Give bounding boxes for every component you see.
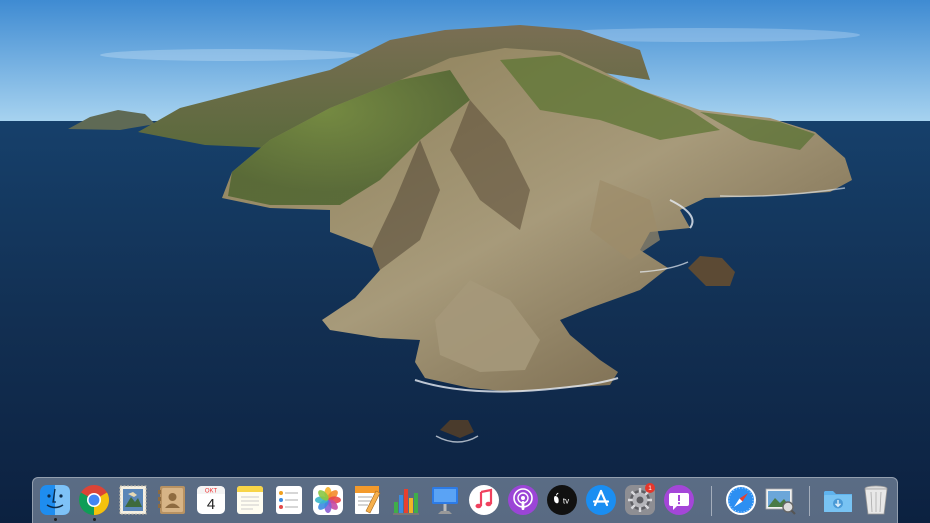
dock-item-notes[interactable] [233, 483, 267, 517]
calendar-day: 4 [207, 496, 215, 513]
dock-item-calendar[interactable]: OKT 4 [194, 483, 228, 517]
dock: OKT 4 tv 1 [32, 477, 898, 523]
dock-item-finder[interactable] [38, 483, 72, 521]
dock-item-feedback[interactable] [662, 483, 696, 517]
dock-item-chrome[interactable] [77, 483, 111, 521]
dock-item-downloads[interactable] [821, 483, 855, 517]
dock-item-contacts[interactable] [155, 483, 189, 517]
dock-item-music[interactable] [467, 483, 501, 517]
app-store-icon [586, 485, 616, 515]
dock-item-podcasts[interactable] [506, 483, 540, 517]
reminders-icon [276, 486, 302, 514]
dock-item-preview[interactable] [763, 483, 797, 517]
podcasts-icon [508, 485, 538, 515]
downloads-folder-icon [824, 491, 852, 512]
running-indicator [92, 518, 96, 521]
desktop-wallpaper [0, 0, 930, 523]
calendar-icon: OKT 4 [197, 486, 225, 514]
numbers-icon [393, 489, 419, 515]
trash-icon [864, 485, 888, 515]
dock-item-apple-tv[interactable]: tv [545, 483, 579, 517]
pages-icon [355, 486, 381, 514]
music-icon [469, 485, 499, 515]
dock-item-keynote[interactable] [428, 483, 462, 517]
dock-item-pages[interactable] [350, 483, 384, 517]
dock-item-numbers[interactable] [389, 483, 423, 517]
running-indicator [53, 518, 57, 521]
notes-icon [237, 486, 263, 514]
photos-icon [313, 485, 343, 515]
apple-tv-icon: tv [547, 485, 577, 515]
gear-icon: 1 [625, 483, 655, 515]
dock-item-photos[interactable] [311, 483, 345, 517]
feedback-icon [664, 485, 694, 515]
contacts-icon [158, 486, 185, 514]
stamp-icon [119, 485, 147, 515]
dock-item-app-store[interactable] [584, 483, 618, 517]
preview-icon [765, 488, 796, 515]
dock-separator [711, 486, 712, 516]
dock-item-system-preferences[interactable]: 1 [623, 483, 657, 517]
dock-item-trash[interactable] [859, 483, 893, 517]
dock-item-reminders[interactable] [272, 483, 306, 517]
dock-separator [809, 486, 810, 516]
finder-icon [40, 485, 70, 515]
keynote-icon [432, 487, 458, 514]
chrome-icon [78, 485, 110, 515]
apple-tv-label: tv [563, 497, 569, 506]
notification-badge: 1 [648, 485, 652, 492]
dock-item-safari[interactable] [724, 483, 758, 517]
calendar-month: OKT [205, 489, 218, 495]
safari-icon [726, 485, 756, 515]
dock-item-mail-stamp[interactable] [116, 483, 150, 517]
